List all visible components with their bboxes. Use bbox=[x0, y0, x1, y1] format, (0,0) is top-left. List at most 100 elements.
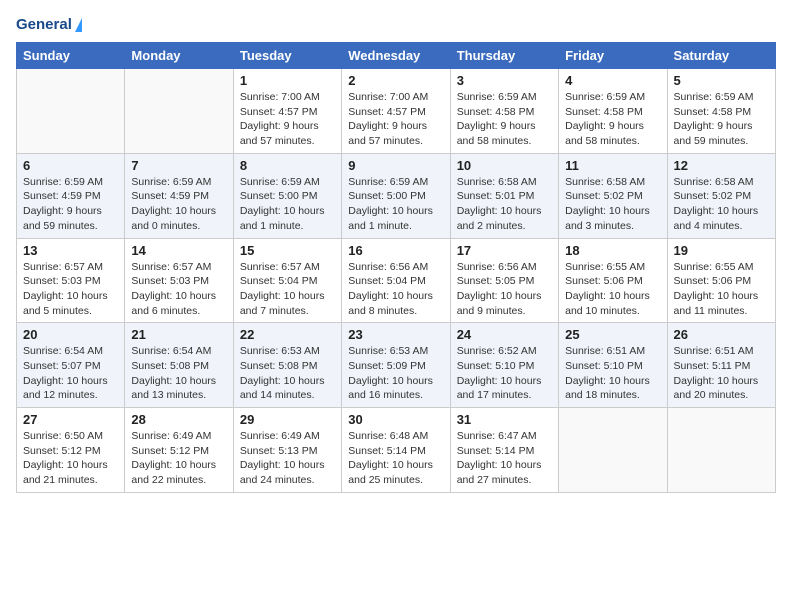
day-info: Sunrise: 6:49 AM Sunset: 5:12 PM Dayligh… bbox=[131, 429, 226, 488]
day-info: Sunrise: 6:53 AM Sunset: 5:08 PM Dayligh… bbox=[240, 344, 335, 403]
day-header-sunday: Sunday bbox=[17, 43, 125, 69]
day-number: 13 bbox=[23, 243, 118, 258]
calendar-cell: 8 Sunrise: 6:59 AM Sunset: 5:00 PM Daylig… bbox=[233, 153, 341, 238]
calendar-table: SundayMondayTuesdayWednesdayThursdayFrid… bbox=[16, 42, 776, 493]
day-info: Sunrise: 6:59 AM Sunset: 4:59 PM Dayligh… bbox=[131, 175, 226, 234]
day-info: Sunrise: 6:59 AM Sunset: 4:58 PM Dayligh… bbox=[674, 90, 769, 149]
day-info: Sunrise: 6:59 AM Sunset: 4:58 PM Dayligh… bbox=[565, 90, 660, 149]
calendar-cell: 31 Sunrise: 6:47 AM Sunset: 5:14 PM Dayli… bbox=[450, 408, 558, 493]
calendar-cell: 21 Sunrise: 6:54 AM Sunset: 5:08 PM Dayli… bbox=[125, 323, 233, 408]
day-number: 7 bbox=[131, 158, 226, 173]
day-info: Sunrise: 6:50 AM Sunset: 5:12 PM Dayligh… bbox=[23, 429, 118, 488]
calendar-cell: 22 Sunrise: 6:53 AM Sunset: 5:08 PM Dayli… bbox=[233, 323, 341, 408]
calendar-week-row: 6 Sunrise: 6:59 AM Sunset: 4:59 PM Daylig… bbox=[17, 153, 776, 238]
day-number: 17 bbox=[457, 243, 552, 258]
calendar-cell: 27 Sunrise: 6:50 AM Sunset: 5:12 PM Dayli… bbox=[17, 408, 125, 493]
day-info: Sunrise: 7:00 AM Sunset: 4:57 PM Dayligh… bbox=[240, 90, 335, 149]
day-info: Sunrise: 6:55 AM Sunset: 5:06 PM Dayligh… bbox=[565, 260, 660, 319]
calendar-cell: 18 Sunrise: 6:55 AM Sunset: 5:06 PM Dayli… bbox=[559, 238, 667, 323]
day-info: Sunrise: 6:47 AM Sunset: 5:14 PM Dayligh… bbox=[457, 429, 552, 488]
day-number: 15 bbox=[240, 243, 335, 258]
day-number: 9 bbox=[348, 158, 443, 173]
calendar-cell: 13 Sunrise: 6:57 AM Sunset: 5:03 PM Dayli… bbox=[17, 238, 125, 323]
day-info: Sunrise: 6:59 AM Sunset: 5:00 PM Dayligh… bbox=[240, 175, 335, 234]
day-number: 27 bbox=[23, 412, 118, 427]
day-number: 8 bbox=[240, 158, 335, 173]
calendar-cell: 2Sunrise: 7:00 AM Sunset: 4:57 PM Daylig… bbox=[342, 69, 450, 154]
day-number: 12 bbox=[674, 158, 769, 173]
calendar-cell: 6 Sunrise: 6:59 AM Sunset: 4:59 PM Daylig… bbox=[17, 153, 125, 238]
calendar-cell: 20Sunrise: 6:54 AM Sunset: 5:07 PM Dayli… bbox=[17, 323, 125, 408]
day-number: 4 bbox=[565, 73, 660, 88]
logo: General bbox=[16, 16, 82, 34]
day-number: 30 bbox=[348, 412, 443, 427]
day-info: Sunrise: 6:59 AM Sunset: 4:59 PM Dayligh… bbox=[23, 175, 118, 234]
day-number: 2 bbox=[348, 73, 443, 88]
day-number: 21 bbox=[131, 327, 226, 342]
day-info: Sunrise: 6:49 AM Sunset: 5:13 PM Dayligh… bbox=[240, 429, 335, 488]
calendar-week-row: 27 Sunrise: 6:50 AM Sunset: 5:12 PM Dayli… bbox=[17, 408, 776, 493]
calendar-cell: 30Sunrise: 6:48 AM Sunset: 5:14 PM Dayli… bbox=[342, 408, 450, 493]
calendar-cell: 12 Sunrise: 6:58 AM Sunset: 5:02 PM Dayli… bbox=[667, 153, 775, 238]
calendar-cell: 19 Sunrise: 6:55 AM Sunset: 5:06 PM Dayli… bbox=[667, 238, 775, 323]
day-number: 31 bbox=[457, 412, 552, 427]
day-number: 10 bbox=[457, 158, 552, 173]
calendar-cell: 5 Sunrise: 6:59 AM Sunset: 4:58 PM Daylig… bbox=[667, 69, 775, 154]
day-info: Sunrise: 6:57 AM Sunset: 5:04 PM Dayligh… bbox=[240, 260, 335, 319]
day-number: 23 bbox=[348, 327, 443, 342]
day-info: Sunrise: 6:54 AM Sunset: 5:07 PM Dayligh… bbox=[23, 344, 118, 403]
day-info: Sunrise: 6:59 AM Sunset: 5:00 PM Dayligh… bbox=[348, 175, 443, 234]
day-number: 1 bbox=[240, 73, 335, 88]
day-info: Sunrise: 6:59 AM Sunset: 4:58 PM Dayligh… bbox=[457, 90, 552, 149]
day-info: Sunrise: 6:55 AM Sunset: 5:06 PM Dayligh… bbox=[674, 260, 769, 319]
day-number: 16 bbox=[348, 243, 443, 258]
day-number: 25 bbox=[565, 327, 660, 342]
day-number: 5 bbox=[674, 73, 769, 88]
calendar-cell: 16 Sunrise: 6:56 AM Sunset: 5:04 PM Dayli… bbox=[342, 238, 450, 323]
calendar-week-row: 1 Sunrise: 7:00 AM Sunset: 4:57 PM Daylig… bbox=[17, 69, 776, 154]
calendar-header-row: SundayMondayTuesdayWednesdayThursdayFrid… bbox=[17, 43, 776, 69]
logo-general: General bbox=[16, 16, 72, 34]
day-info: Sunrise: 6:54 AM Sunset: 5:08 PM Dayligh… bbox=[131, 344, 226, 403]
calendar-cell: 9 Sunrise: 6:59 AM Sunset: 5:00 PM Daylig… bbox=[342, 153, 450, 238]
calendar-cell: 14Sunrise: 6:57 AM Sunset: 5:03 PM Dayli… bbox=[125, 238, 233, 323]
calendar-cell: 1 Sunrise: 7:00 AM Sunset: 4:57 PM Daylig… bbox=[233, 69, 341, 154]
logo-triangle bbox=[75, 18, 82, 32]
calendar-cell: 26 Sunrise: 6:51 AM Sunset: 5:11 PM Dayli… bbox=[667, 323, 775, 408]
day-number: 3 bbox=[457, 73, 552, 88]
calendar-cell bbox=[559, 408, 667, 493]
day-number: 28 bbox=[131, 412, 226, 427]
day-info: Sunrise: 6:56 AM Sunset: 5:04 PM Dayligh… bbox=[348, 260, 443, 319]
day-info: Sunrise: 6:57 AM Sunset: 5:03 PM Dayligh… bbox=[23, 260, 118, 319]
calendar-cell: 15 Sunrise: 6:57 AM Sunset: 5:04 PM Dayli… bbox=[233, 238, 341, 323]
day-header-friday: Friday bbox=[559, 43, 667, 69]
day-number: 24 bbox=[457, 327, 552, 342]
day-number: 11 bbox=[565, 158, 660, 173]
calendar-cell: 17 Sunrise: 6:56 AM Sunset: 5:05 PM Dayli… bbox=[450, 238, 558, 323]
day-info: Sunrise: 6:51 AM Sunset: 5:11 PM Dayligh… bbox=[674, 344, 769, 403]
calendar-cell bbox=[125, 69, 233, 154]
calendar-cell bbox=[17, 69, 125, 154]
calendar-cell: 24Sunrise: 6:52 AM Sunset: 5:10 PM Dayli… bbox=[450, 323, 558, 408]
day-header-tuesday: Tuesday bbox=[233, 43, 341, 69]
calendar-cell: 28 Sunrise: 6:49 AM Sunset: 5:12 PM Dayli… bbox=[125, 408, 233, 493]
calendar-week-row: 20Sunrise: 6:54 AM Sunset: 5:07 PM Dayli… bbox=[17, 323, 776, 408]
day-info: Sunrise: 6:58 AM Sunset: 5:02 PM Dayligh… bbox=[674, 175, 769, 234]
calendar-cell: 7 Sunrise: 6:59 AM Sunset: 4:59 PM Daylig… bbox=[125, 153, 233, 238]
calendar-cell: 11 Sunrise: 6:58 AM Sunset: 5:02 PM Dayli… bbox=[559, 153, 667, 238]
calendar-cell: 4 Sunrise: 6:59 AM Sunset: 4:58 PM Daylig… bbox=[559, 69, 667, 154]
day-number: 6 bbox=[23, 158, 118, 173]
day-info: Sunrise: 6:53 AM Sunset: 5:09 PM Dayligh… bbox=[348, 344, 443, 403]
day-number: 26 bbox=[674, 327, 769, 342]
page-header: General bbox=[16, 16, 776, 34]
day-number: 19 bbox=[674, 243, 769, 258]
calendar-cell: 23 Sunrise: 6:53 AM Sunset: 5:09 PM Dayli… bbox=[342, 323, 450, 408]
day-info: Sunrise: 6:58 AM Sunset: 5:02 PM Dayligh… bbox=[565, 175, 660, 234]
day-number: 18 bbox=[565, 243, 660, 258]
day-info: Sunrise: 6:58 AM Sunset: 5:01 PM Dayligh… bbox=[457, 175, 552, 234]
day-info: Sunrise: 6:56 AM Sunset: 5:05 PM Dayligh… bbox=[457, 260, 552, 319]
day-number: 22 bbox=[240, 327, 335, 342]
day-number: 29 bbox=[240, 412, 335, 427]
day-header-monday: Monday bbox=[125, 43, 233, 69]
day-number: 14 bbox=[131, 243, 226, 258]
